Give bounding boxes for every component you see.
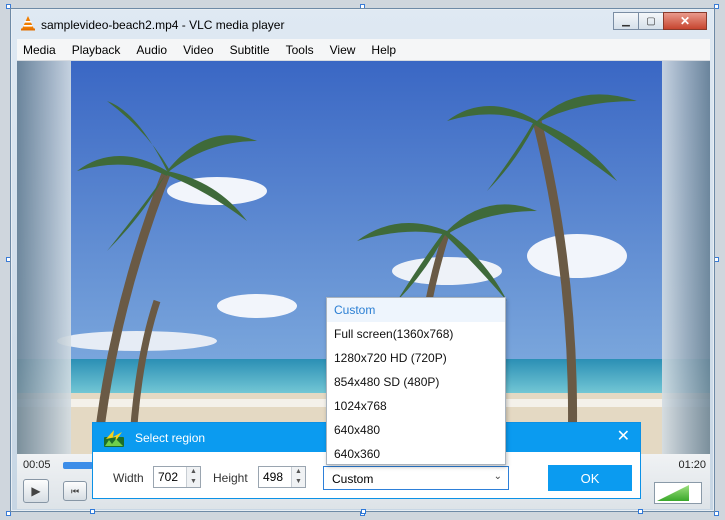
elapsed-time: 00:05 [23, 459, 51, 471]
resolution-selected: Custom [332, 472, 374, 486]
resolution-dropdown-list: Custom Full screen(1360x768) 1280x720 HD… [326, 297, 506, 465]
menu-view[interactable]: View [322, 39, 364, 61]
vlc-cone-icon [21, 16, 35, 31]
left-blur-border [17, 61, 71, 454]
region-handle-bl[interactable] [90, 509, 95, 514]
play-button[interactable]: ▶ [23, 479, 49, 503]
menu-bar: Media Playback Audio Video Subtitle Tool… [17, 39, 710, 61]
previous-button[interactable]: ⏮ [63, 481, 87, 501]
dialog-close-icon[interactable]: ✕ [617, 428, 630, 446]
region-handle-bc[interactable] [361, 509, 366, 514]
dropdown-option-640x360[interactable]: 640x360 [327, 442, 505, 466]
play-icon: ▶ [31, 484, 41, 498]
width-label: Width [113, 471, 144, 485]
height-label: Height [213, 471, 248, 485]
width-value: 702 [158, 470, 179, 484]
dropdown-option-custom[interactable]: Custom [327, 298, 505, 322]
dialog-title: Select region [135, 430, 206, 445]
region-handle-br[interactable] [638, 509, 643, 514]
width-stepper-icon[interactable]: ▲ ▼ [186, 467, 200, 487]
window-title: samplevideo-beach2.mp4 - VLC media playe… [41, 18, 285, 32]
close-button[interactable]: ✕ [663, 12, 707, 30]
ok-button[interactable]: OK [548, 465, 632, 491]
volume-slider[interactable] [654, 482, 702, 504]
window-controls: ▁ ▢ ✕ [613, 12, 707, 30]
dropdown-option-480p[interactable]: 854x480 SD (480P) [327, 370, 505, 394]
minimize-button[interactable]: ▁ [613, 12, 639, 30]
width-spinbox[interactable]: 702 ▲ ▼ [153, 466, 201, 488]
height-stepper-icon[interactable]: ▲ ▼ [291, 467, 305, 487]
dropdown-option-640x480[interactable]: 640x480 [327, 418, 505, 442]
dropdown-option-1024x768[interactable]: 1024x768 [327, 394, 505, 418]
menu-audio[interactable]: Audio [128, 39, 175, 61]
menu-playback[interactable]: Playback [64, 39, 129, 61]
dropdown-option-fullscreen[interactable]: Full screen(1360x768) [327, 322, 505, 346]
right-blur-border [662, 61, 710, 454]
height-spinbox[interactable]: 498 ▲ ▼ [258, 466, 306, 488]
maximize-button[interactable]: ▢ [638, 12, 664, 30]
resolution-select[interactable]: Custom ⌄ [323, 466, 509, 490]
title-bar[interactable]: samplevideo-beach2.mp4 - VLC media playe… [11, 9, 714, 39]
skip-back-icon: ⏮ [70, 485, 80, 496]
dropdown-option-720p[interactable]: 1280x720 HD (720P) [327, 346, 505, 370]
chevron-down-icon: ⌄ [493, 471, 502, 482]
total-duration: 01:20 [678, 459, 706, 471]
menu-subtitle[interactable]: Subtitle [222, 39, 278, 61]
menu-tools[interactable]: Tools [278, 39, 322, 61]
menu-video[interactable]: Video [175, 39, 221, 61]
seek-bar-fill[interactable] [63, 462, 93, 469]
menu-media[interactable]: Media [17, 39, 64, 61]
volume-level [657, 485, 689, 501]
menu-help[interactable]: Help [363, 39, 404, 61]
app-logo-icon [104, 429, 124, 447]
height-value: 498 [263, 470, 284, 484]
